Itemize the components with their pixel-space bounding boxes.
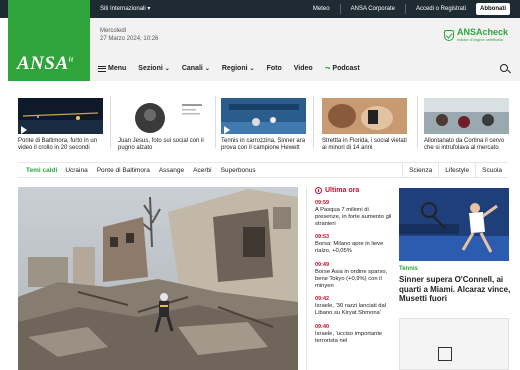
news-item[interactable]: 09:59 A Pasqua 7 milioni di presenze, in… [315,200,392,227]
tennis-player-image [399,188,509,261]
divider [339,4,341,14]
chevron-down-icon: ⌄ [164,66,170,72]
menu-button[interactable]: Menu [98,65,126,72]
destroyed-building-image [18,187,298,370]
play-icon [224,126,230,134]
nav-regioni[interactable]: Regioni ⌄ [222,65,255,72]
florida-social-thumbnail [322,98,407,134]
hot-topic-link[interactable]: Superbonus [221,167,256,174]
strip-card[interactable]: Allontanato da Cortina il cervo che si i… [424,96,510,156]
nav-video[interactable]: Video [294,65,313,72]
subscribe-button[interactable]: Abbonati [476,3,510,15]
ansa-corporate-link[interactable]: ANSA Corporate [347,3,399,15]
strip-card[interactable]: Juan Jesus, foto sui social con il pugno… [118,96,210,156]
search-icon[interactable] [500,64,508,72]
divider [417,96,418,148]
shield-check-icon [443,29,454,41]
nav-podcast[interactable]: ⏦ Podcast [325,65,360,73]
divider [404,4,406,14]
hot-topic-link[interactable]: Ucraina [65,167,87,174]
top-news-strip: Ponte di Baltimora, furto in un video il… [0,96,520,156]
strip-card[interactable]: Tennis in carrozzina, Sinner ara prova c… [221,96,307,156]
divider [313,96,314,148]
sinner-photo[interactable] [399,188,509,261]
ad-placeholder [399,318,509,370]
hot-topics-label: Temi caldi [26,166,58,174]
cortina-deer-thumbnail [424,98,509,134]
date: Mercoledì 27 Marzo 2024, 10:26 [100,28,159,42]
international-sites-dropdown[interactable]: Siti Internazionali ▾ [100,5,150,12]
chevron-down-icon: ⌄ [204,66,210,72]
news-item[interactable]: 09:42 Israele, '30 razzi lanciati dal Li… [315,296,392,317]
news-item[interactable]: 09:53 Borsa: Milano apre in lieve rialzo… [315,234,392,255]
baltimore-bridge-thumbnail [18,98,103,134]
hot-topic-link[interactable]: Acerbi [193,167,211,174]
play-icon [21,126,27,134]
chevron-down-icon: ⌄ [249,66,255,72]
ultima-ora-header: Ultima ora [315,187,392,194]
meteo-link[interactable]: Meteo [309,3,334,15]
podcast-icon: ⏦ [324,64,331,72]
main-nav: Menu Sezioni ⌄ Canali ⌄ Regioni ⌄ Foto Vide… [90,56,520,81]
section-link-lifestyle[interactable]: Lifestyle [438,163,475,178]
ansa-logo[interactable]: ANSAit [8,0,90,81]
section-link-scienza[interactable]: Scienza [402,163,438,178]
strip-card[interactable]: Ponte di Baltimora, furto in un video il… [18,96,104,156]
article-headline[interactable]: Sinner supera O'Connell, ai quarti a Mia… [399,275,511,304]
divider [110,96,111,148]
ansacheck-logo[interactable]: ANSAcheck notizie d'origine certificata [443,28,508,42]
nav-canali[interactable]: Canali ⌄ [182,65,210,72]
news-item[interactable]: 09:49 Borse Asia in ordine sparso, bene … [315,262,392,289]
nav-foto[interactable]: Foto [267,65,282,72]
top-links: Meteo ANSA Corporate Accedi o Registrati… [309,3,510,15]
hot-topic-link[interactable]: Ponte di Baltimora [97,167,150,174]
hot-topics-bar: Temi caldi Ucraina Ponte di Baltimora As… [18,162,508,178]
tennis-wheelchair-thumbnail [221,98,306,134]
nav-sezioni[interactable]: Sezioni ⌄ [138,65,170,72]
section-link-scuola[interactable]: Scuola [475,163,508,178]
divider [215,96,216,148]
login-link[interactable]: Accedi o Registrati [412,3,470,15]
strip-card[interactable]: Strettta in Florida, i social vietati ai… [322,96,408,156]
news-item[interactable]: 09:40 Israele, 'ucciso importante terror… [315,324,392,345]
section-links: Scienza Lifestyle Scuola [402,163,508,178]
ultima-ora-panel: Ultima ora 09:59 A Pasqua 7 milioni di p… [306,187,392,370]
hamburger-icon [98,65,106,72]
juan-jesus-thumbnail [118,98,210,134]
main-story-photo[interactable] [18,187,298,370]
placeholder-icon [438,347,452,361]
clock-icon [315,187,322,194]
hot-topic-link[interactable]: Assange [159,167,184,174]
article-category[interactable]: Tennis [399,266,418,272]
header: Mercoledì 27 Marzo 2024, 10:26 ANSAcheck… [90,18,520,56]
